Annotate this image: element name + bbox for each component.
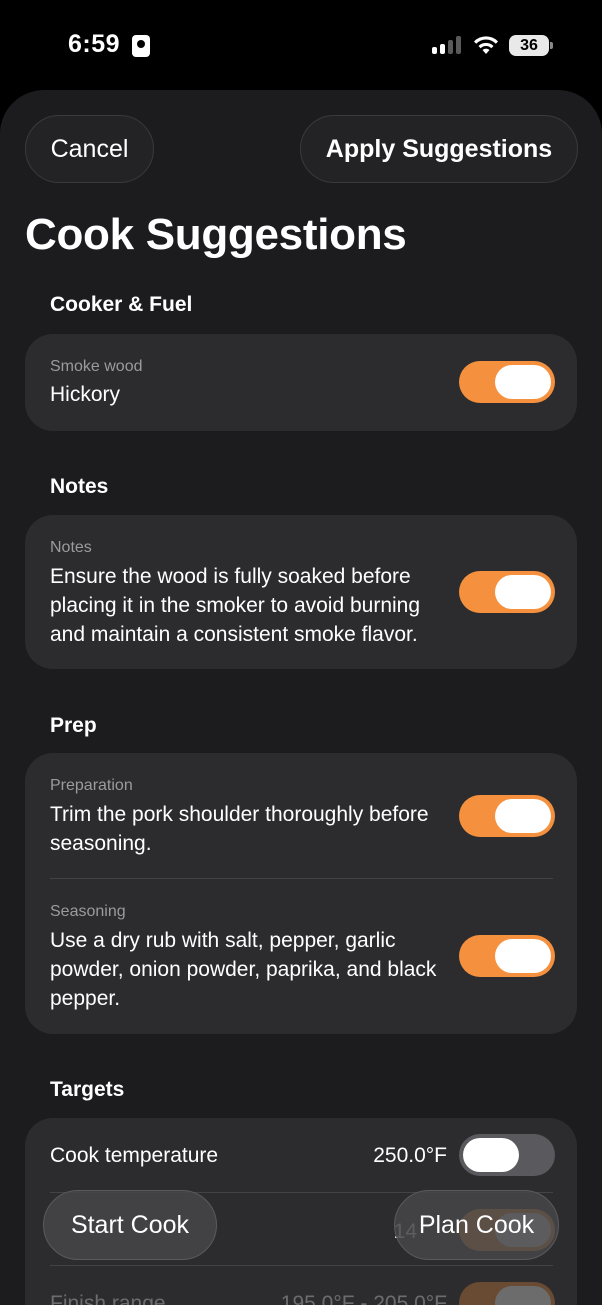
cancel-button[interactable]: Cancel	[25, 115, 154, 183]
contact-card-icon	[132, 35, 150, 57]
section-title-notes: Notes	[50, 475, 109, 498]
row-label: Finish range	[50, 1292, 166, 1305]
battery-icon: 36	[509, 35, 553, 56]
cellular-signal-icon	[432, 36, 464, 54]
row-preparation: Preparation Trim the pork shoulder thoro…	[25, 753, 577, 878]
row-value: Ensure the wood is fully soaked before p…	[50, 565, 421, 646]
row-value: 250.0°F	[373, 1144, 447, 1167]
row-label: Notes	[50, 539, 92, 556]
section-title-cooker: Cooker & Fuel	[50, 293, 193, 316]
row-label: Seasoning	[50, 903, 126, 920]
row-label: Cook temperature	[50, 1144, 219, 1167]
row-value: Use a dry rub with salt, pepper, garlic …	[50, 929, 437, 1010]
row-value: Hickory	[50, 383, 121, 406]
row-label: Preparation	[50, 777, 133, 794]
row-finish-range: Finish range 195.0°F - 205.0°F	[25, 1266, 577, 1305]
seasoning-toggle[interactable]	[459, 935, 555, 977]
status-bar: 6:59 36	[0, 0, 602, 90]
row-smoke-wood: Smoke wood Hickory	[25, 334, 577, 431]
card-cooker: Smoke wood Hickory	[25, 334, 577, 431]
section-title-prep: Prep	[50, 714, 97, 737]
card-prep: Preparation Trim the pork shoulder thoro…	[25, 753, 577, 1034]
card-notes: Notes Ensure the wood is fully soaked be…	[25, 515, 577, 669]
row-value: Trim the pork shoulder thoroughly before…	[50, 803, 429, 855]
row-notes: Notes Ensure the wood is fully soaked be…	[25, 515, 577, 669]
status-time: 6:59	[68, 30, 121, 58]
finish-range-toggle[interactable]	[459, 1282, 555, 1305]
row-label: Smoke wood	[50, 358, 143, 375]
start-cook-button[interactable]: Start Cook	[43, 1190, 217, 1260]
page-title: Cook Suggestions	[25, 210, 407, 259]
plan-cook-button[interactable]: Plan Cook	[394, 1190, 559, 1260]
cook-temperature-toggle[interactable]	[459, 1134, 555, 1176]
wifi-icon	[474, 36, 498, 54]
suggestions-sheet: Cancel Apply Suggestions Cook Suggestion…	[0, 90, 602, 1305]
section-title-targets: Targets	[50, 1078, 125, 1101]
apply-suggestions-button[interactable]: Apply Suggestions	[300, 115, 578, 183]
notes-toggle[interactable]	[459, 571, 555, 613]
preparation-toggle[interactable]	[459, 795, 555, 837]
row-value: 195.0°F - 205.0°F	[280, 1292, 447, 1305]
row-cook-temperature: Cook temperature 250.0°F	[25, 1118, 577, 1192]
smoke-wood-toggle[interactable]	[459, 361, 555, 403]
row-seasoning: Seasoning Use a dry rub with salt, peppe…	[25, 879, 577, 1034]
